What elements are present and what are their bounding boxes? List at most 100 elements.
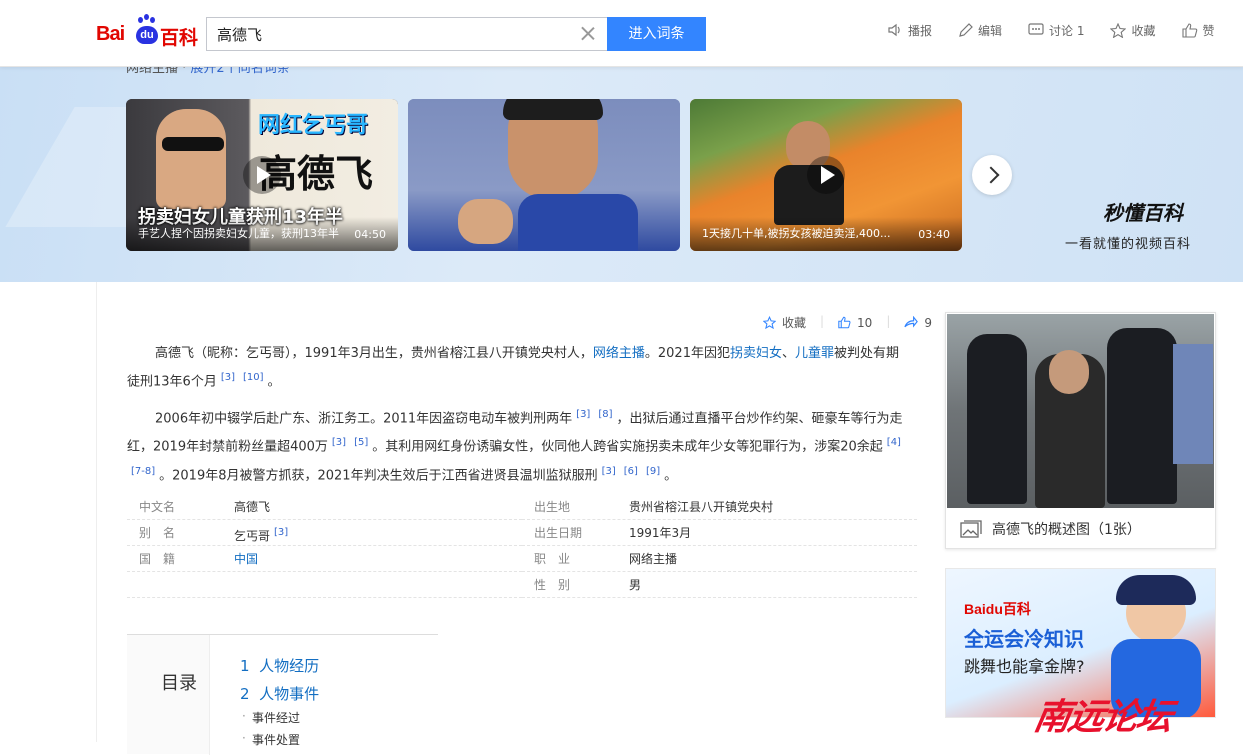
discuss-label: 讨论 1	[1049, 23, 1085, 38]
citation-ref[interactable]: [3]	[274, 527, 288, 538]
toc-label: 人物经历	[259, 657, 320, 675]
next-arrow-button[interactable]	[972, 155, 1012, 195]
summary-photo[interactable]	[947, 314, 1214, 508]
hands-shape	[458, 199, 513, 244]
alias-value: 乞丐哥	[234, 529, 271, 543]
info-value: 网络主播	[629, 552, 678, 566]
discuss-icon	[1028, 23, 1044, 35]
album-caption: 高德飞的概述图（1张）	[960, 519, 1141, 539]
citation-ref[interactable]: [7-8]	[131, 466, 155, 477]
collect-tool-label: 收藏	[781, 316, 806, 330]
info-row: 出生日期 1991年3月	[522, 520, 917, 546]
like-button[interactable]: 赞	[1181, 20, 1215, 40]
video-card-1[interactable]: 网红乞丐哥 高德飞 拐卖妇女儿童获刑13年半 手艺人捏个因拐卖妇女儿童，获刑13…	[126, 99, 398, 251]
breadcrumb: 网络主播 · 展开2个同名词条	[126, 67, 290, 76]
summary-album[interactable]: 高德飞的概述图（1张）	[945, 312, 1216, 549]
enter-entry-button[interactable]: 进入词条	[607, 17, 706, 51]
toc-title: 目录	[161, 673, 197, 694]
video-title: 手艺人捏个因拐卖妇女儿童，获刑13年半	[138, 227, 339, 240]
nationality-link[interactable]: 中国	[234, 546, 258, 572]
toc-num: 2	[240, 685, 250, 703]
discuss-button[interactable]: 讨论 1	[1028, 20, 1084, 40]
ad-subtitle: 跳舞也能拿金牌?	[964, 657, 1085, 676]
citation-ref[interactable]: [6]	[624, 466, 638, 477]
logo-du: du	[136, 26, 158, 44]
citation-ref[interactable]: [3]	[221, 372, 235, 383]
link-wanglao-zhubo[interactable]: 网络主播	[593, 346, 645, 361]
citation-ref[interactable]: [3]	[602, 466, 616, 477]
collect-tool[interactable]: 收藏	[762, 314, 806, 331]
edit-icon	[959, 22, 973, 37]
sunglasses-shape	[162, 137, 224, 151]
thumb-up-icon	[838, 316, 851, 329]
same-name-entries-link[interactable]: 展开2个同名词条	[190, 67, 289, 76]
video-duration: 03:40	[918, 228, 950, 241]
main-content: 收藏 | 10 | 9 高德飞（昵称：乞丐哥），1991年3月出生，贵州省榕江县…	[96, 282, 932, 755]
search-box	[206, 17, 607, 51]
info-row: 性 别 男	[522, 572, 917, 598]
text-span: 高德飞（昵称：乞丐哥），1991年3月出生，贵州省榕江县八开镇党央村人，	[155, 346, 593, 361]
like-label: 赞	[1202, 23, 1215, 38]
citation-ref[interactable]: [4]	[887, 437, 901, 448]
info-value: 贵州省榕江县八开镇党央村	[629, 500, 774, 514]
toc-label: 人物事件	[259, 685, 320, 703]
logo-bai: Bai	[96, 23, 125, 45]
citation-ref[interactable]: [3]	[576, 409, 590, 420]
collect-label: 收藏	[1131, 23, 1156, 38]
cartoon-hair	[1116, 575, 1196, 605]
hair-shape	[503, 99, 603, 120]
person-figure	[156, 109, 226, 209]
broadcast-button[interactable]: 播报	[888, 20, 932, 40]
toc-item[interactable]: 2 人物事件	[240, 683, 319, 704]
share-tool[interactable]: 9	[904, 314, 932, 331]
text-span: 2006年初中辍学后赴广东、浙江务工。2011年因盗窃电动车被判刑两年	[155, 411, 573, 427]
forum-watermark: 南远论坛	[1030, 697, 1175, 738]
citation-ref[interactable]: [10]	[243, 372, 264, 383]
thumb-overlay-top: 网红乞丐哥	[257, 113, 368, 138]
info-key: 别 名	[139, 526, 176, 540]
shirt-shape	[518, 194, 638, 251]
video-card-2[interactable]	[408, 99, 680, 251]
info-key: 出生地	[534, 500, 571, 514]
miaodong-baike-logo: 秒懂百科	[1103, 201, 1183, 225]
link-ertong-zui[interactable]: 儿童罪	[795, 346, 834, 361]
citation-ref[interactable]: [3]	[332, 437, 346, 448]
link-guaimai-funv[interactable]: 拐卖妇女	[730, 346, 782, 361]
clear-icon[interactable]	[581, 26, 595, 40]
breadcrumb-item[interactable]: 网络主播	[126, 67, 178, 76]
baidu-baike-logo[interactable]: Bai du 百科	[96, 14, 198, 49]
toc-list: 1 人物经历 2 人物事件 事件经过 事件处置	[209, 635, 438, 755]
collect-button[interactable]: 收藏	[1110, 20, 1156, 40]
officer-figure	[967, 334, 1027, 504]
share-icon	[904, 316, 919, 328]
text-span: 、	[781, 346, 795, 361]
toc-subitem[interactable]: 事件处置	[242, 731, 300, 748]
citation-ref[interactable]: [8]	[598, 409, 612, 420]
text-span: 。2019年8月被警方抓获，2021年判决生效后于江西省进贤县温圳监狱服刑	[159, 467, 598, 483]
info-row: 出生地 贵州省榕江县八开镇党央村	[522, 494, 917, 520]
video-title: 1天接几十单,被拐女孩被迫卖淫,400...	[702, 227, 891, 240]
edit-label: 编辑	[978, 23, 1003, 38]
info-key: 中文名	[139, 500, 176, 514]
ad-brand: Baidu百科	[964, 601, 1031, 617]
history-paragraph: 2006年初中辍学后赴广东、浙江务工。2011年因盗窃电动车被判刑两年 [3] [8…	[127, 403, 912, 488]
video-card-3[interactable]: 1天接几十单,被拐女孩被迫卖淫,400... 03:40	[690, 99, 962, 251]
info-key: 国 籍	[139, 552, 176, 566]
toc-num: 1	[240, 657, 250, 675]
content-tools: 收藏 | 10 | 9	[749, 314, 932, 331]
citation-ref[interactable]: [9]	[646, 466, 660, 477]
citation-ref[interactable]: [5]	[354, 437, 368, 448]
video-duration: 04:50	[354, 228, 386, 241]
search-input[interactable]	[207, 18, 567, 50]
toc-subitem[interactable]: 事件经过	[242, 709, 300, 726]
officer-figure	[1107, 328, 1177, 504]
toc-item[interactable]: 1 人物经历	[240, 655, 319, 676]
info-key: 职 业	[534, 552, 571, 566]
summary-paragraph: 高德飞（昵称：乞丐哥），1991年3月出生，贵州省榕江县八开镇党央村人，网络主播…	[127, 342, 912, 394]
like-tool[interactable]: 10	[838, 314, 872, 331]
text-span: 。	[664, 467, 678, 483]
play-icon[interactable]	[807, 156, 845, 194]
play-icon[interactable]	[243, 156, 281, 194]
header-actions: 播报 编辑 讨论 1 收藏 赞	[888, 20, 1241, 40]
edit-button[interactable]: 编辑	[958, 20, 1002, 40]
